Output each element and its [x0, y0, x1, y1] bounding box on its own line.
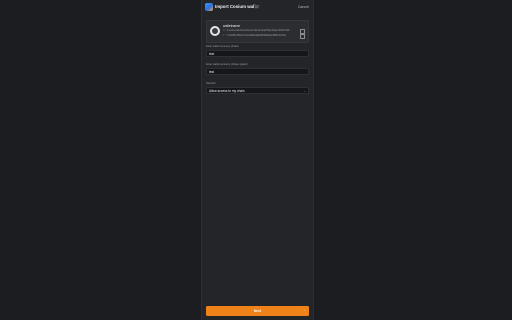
address-network-label: Y: [223, 34, 225, 37]
next-button[interactable]: Next →: [206, 306, 309, 316]
page-title: Import Cosium wallet: [215, 4, 260, 9]
field-label-recovery-phrase-confirm: Enter wallet recovery phrase (again): [206, 63, 248, 66]
app-logo-icon: [205, 3, 213, 11]
copy-icon[interactable]: [300, 34, 305, 39]
cancel-button[interactable]: Cancel: [298, 5, 309, 9]
network-badge: IX: [254, 5, 260, 9]
account-avatar-icon: [210, 26, 220, 36]
recovery-phrase-confirm-input[interactable]: test: [206, 68, 309, 75]
network-select-value: Allow access to my chain: [209, 89, 245, 94]
address-row: Y Y-0x6f9c4b0e7a41c2d2f1a9b58d3a6e0c9ffb…: [223, 34, 286, 37]
address-value: X-cosmos1dnzsmlsnwvv9sv2ua3e7l0pmfqvmt6d…: [226, 29, 290, 32]
next-button-label: Next: [253, 308, 262, 313]
address-row: X X-cosmos1dnzsmlsnwvv9sv2ua3e7l0pmfqvmt…: [223, 29, 289, 32]
field-label-recovery-phrase: Enter wallet recovery phrase: [206, 45, 239, 48]
account-name: walletname: [223, 24, 241, 28]
wallet-import-panel: Import Cosium wallet IX Cancel walletnam…: [201, 0, 314, 320]
chevron-down-icon: ⌄: [303, 89, 306, 93]
address-value: Y-0x6f9c4b0e7a41c2d2f1a9b58d3a6e0c9ffb21…: [226, 34, 286, 37]
account-card: walletname X X-cosmos1dnzsmlsnwvv9sv2ua3…: [206, 20, 309, 43]
address-network-label: X: [223, 29, 225, 32]
network-select[interactable]: Allow access to my chain ⌄: [206, 87, 309, 94]
arrow-right-icon: →: [302, 308, 306, 313]
recovery-phrase-input[interactable]: test: [206, 50, 309, 57]
header: Import Cosium wallet IX Cancel: [202, 0, 313, 16]
field-label-network: Network: [206, 82, 216, 85]
